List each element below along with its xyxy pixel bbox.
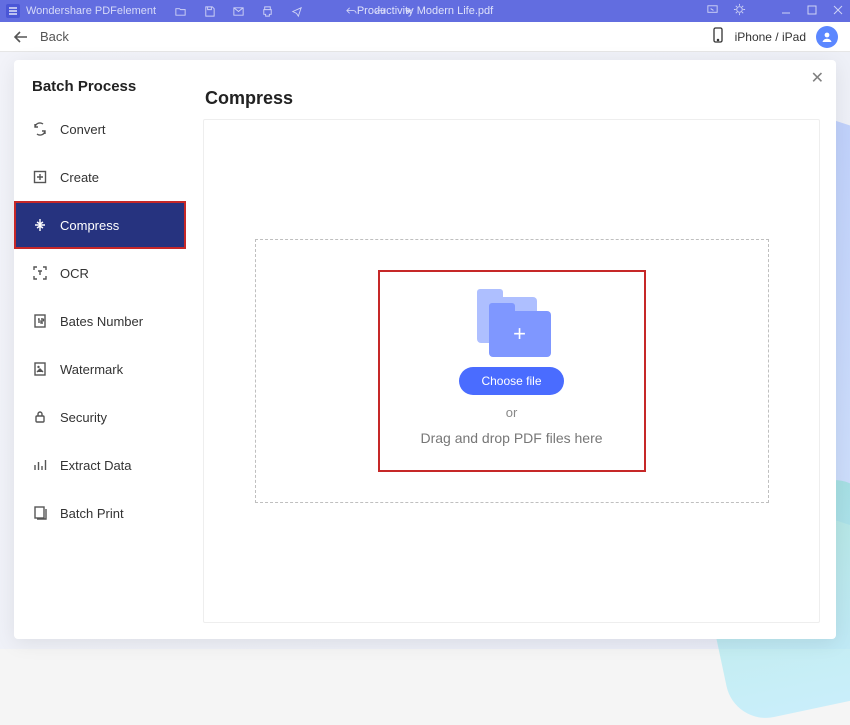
sidebar-item-compress[interactable]: Compress [14, 201, 186, 249]
sidebar-item-bates[interactable]: Bates Number [14, 297, 186, 345]
app-name: Wondershare PDFelement [26, 5, 156, 17]
create-icon [32, 169, 48, 185]
minimize-icon[interactable] [780, 4, 792, 19]
sidebar: Batch Process Convert Create Compress OC… [14, 60, 187, 639]
main-area: Compress + Choose file or Drag and drop … [187, 60, 836, 639]
theme-icon[interactable] [733, 3, 746, 19]
dropzone-highlight: + Choose file or Drag and drop PDF files… [378, 270, 646, 472]
device-icon[interactable] [711, 27, 725, 46]
sidebar-title: Batch Process [14, 78, 186, 105]
content-card: + Choose file or Drag and drop PDF files… [203, 119, 820, 623]
save-icon[interactable] [203, 5, 216, 18]
sidebar-item-create[interactable]: Create [14, 153, 186, 201]
ocr-icon [32, 265, 48, 281]
page-title: Compress [203, 88, 820, 109]
sidebar-item-label: Watermark [60, 362, 123, 377]
close-window-icon[interactable] [832, 4, 844, 19]
back-label: Back [40, 29, 69, 44]
maximize-icon[interactable] [806, 4, 818, 19]
sidebar-item-batch-print[interactable]: Batch Print [14, 489, 186, 537]
folder-plus-icon: + [473, 297, 551, 357]
sidebar-item-convert[interactable]: Convert [14, 105, 186, 153]
sidebar-item-label: Convert [60, 122, 106, 137]
sidebar-item-watermark[interactable]: Watermark [14, 345, 186, 393]
present-icon[interactable] [706, 3, 719, 19]
device-label[interactable]: iPhone / iPad [735, 30, 806, 44]
bates-icon [32, 313, 48, 329]
sidebar-item-extract[interactable]: Extract Data [14, 441, 186, 489]
or-label: or [506, 405, 518, 420]
mail-icon[interactable] [232, 5, 245, 18]
sidebar-item-label: Create [60, 170, 99, 185]
share-icon[interactable] [290, 5, 303, 18]
open-file-icon[interactable] [174, 5, 187, 18]
choose-file-button[interactable]: Choose file [459, 367, 563, 395]
sidebar-item-label: Extract Data [60, 458, 132, 473]
lock-icon [32, 409, 48, 425]
app-logo-icon [6, 4, 20, 18]
watermark-icon [32, 361, 48, 377]
print-icon[interactable] [261, 5, 274, 18]
extract-data-icon [32, 457, 48, 473]
dnd-hint: Drag and drop PDF files here [420, 430, 602, 446]
batch-process-panel: ✕ Batch Process Convert Create Compress … [14, 60, 836, 639]
subbar: Back iPhone / iPad [0, 22, 850, 52]
sidebar-item-label: Batch Print [60, 506, 124, 521]
sidebar-item-ocr[interactable]: OCR [14, 249, 186, 297]
sidebar-item-label: Security [60, 410, 107, 425]
sidebar-item-label: OCR [60, 266, 89, 281]
workspace: ✕ Batch Process Convert Create Compress … [0, 52, 850, 649]
compress-icon [32, 217, 48, 233]
batch-print-icon [32, 505, 48, 521]
convert-icon [32, 121, 48, 137]
sidebar-item-label: Bates Number [60, 314, 143, 329]
sidebar-item-security[interactable]: Security [14, 393, 186, 441]
dropzone[interactable]: + Choose file or Drag and drop PDF files… [255, 239, 769, 503]
titlebar: Wondershare PDFelement Productivity Mode… [0, 0, 850, 22]
sidebar-item-label: Compress [60, 218, 119, 233]
document-title: Productivity Modern Life.pdf [357, 5, 493, 17]
user-avatar[interactable] [816, 26, 838, 48]
close-panel-button[interactable]: ✕ [811, 68, 824, 88]
back-button[interactable]: Back [12, 29, 69, 44]
